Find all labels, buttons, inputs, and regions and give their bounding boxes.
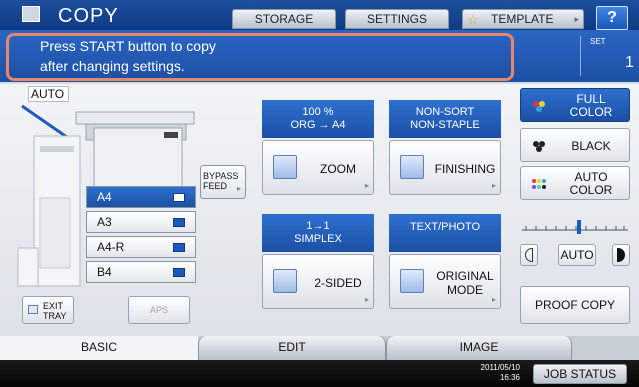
lighter-icon [525,248,533,262]
density-controls: AUTO [520,244,632,268]
help-button[interactable]: ? [596,6,628,30]
set-label: SET [590,37,606,46]
tray-a3[interactable]: A3 [86,211,196,233]
original-mode-button[interactable]: ORIGINAL MODE ▸ [389,254,501,309]
zoom-icon [273,155,297,179]
tray-a4-r[interactable]: A4-R [86,236,196,258]
datetime: 2011/05/10 16:36 [476,363,520,383]
chevron-right-icon: ▸ [364,181,369,190]
tray-b4[interactable]: B4 [86,261,196,283]
original-mode-status: TEXT/PHOTO [389,214,501,252]
black-button[interactable]: BLACK [520,128,630,162]
darker-icon [617,248,625,262]
job-status-button[interactable]: JOB STATUS [533,364,627,384]
paper-tray-icon [173,268,185,277]
black-label: BLACK [571,138,611,153]
finishing-status: NON-SORT NON-STAPLE [389,100,501,138]
star-icon: ☆ [467,12,479,27]
tray-label: A3 [97,215,112,229]
tray-label: A4-R [97,240,125,254]
density-level-marker [577,220,581,234]
finishing-staple: NON-STAPLE [410,119,480,131]
finishing-button[interactable]: FINISHING ▸ [389,140,501,195]
two-sided-button[interactable]: 2-SIDED ▸ [262,254,374,309]
darker-button[interactable] [612,244,630,266]
paper-tray-icon [173,243,185,252]
date: 2011/05/10 [480,363,520,372]
app-title: COPY [58,5,119,27]
exit-tray-line-2: TRAY [43,311,67,321]
finishing-sort: NON-SORT [415,106,475,118]
zoom-label: ZOOM [320,161,356,176]
zoom-sizes: ORG → A4 [290,119,346,131]
duplex-mode: 1→1 [306,220,330,232]
auto-color-label: AUTO COLOR [555,167,627,201]
tab-basic[interactable]: BASIC [0,336,198,360]
zoom-ratio: 100 % [302,106,334,118]
tray-label: B4 [97,265,112,279]
exit-tray-button[interactable]: EXIT TRAY [22,296,74,324]
proof-copy-button[interactable]: PROOF COPY [520,286,630,324]
set-count: 1 [625,54,634,71]
tray-label: A4 [97,190,112,204]
auto-color-line-2: COLOR [569,183,613,197]
bypass-feed-button[interactable]: BYPASS FEED ▸ [200,165,246,199]
template-label: TEMPLATE [491,12,554,26]
paper-tray-icon [173,218,185,227]
tab-edit[interactable]: EDIT [198,336,386,360]
tab-image[interactable]: IMAGE [386,336,572,360]
original-mode-label: ORIGINAL MODE [434,255,496,310]
duplex-type: SIMPLEX [294,233,342,245]
black-icon [533,141,545,152]
paper-tray-icon [173,193,185,202]
chevron-right-icon: ▸ [574,14,579,24]
two-sided-label: 2-SIDED [314,275,362,290]
auto-density-button[interactable]: AUTO [558,244,596,266]
full-color-button[interactable]: FULL COLOR [520,88,630,122]
copy-icon [22,6,40,22]
chevron-right-icon: ▸ [236,184,241,193]
template-button[interactable]: ☆ TEMPLATE ▸ [462,9,584,29]
chevron-right-icon: ▸ [364,295,369,304]
duplex-status: 1→1 SIMPLEX [262,214,374,252]
aps-button[interactable]: APS [128,296,190,324]
time: 16:36 [499,373,520,382]
finishing-label: FINISHING [434,161,496,176]
original-mode-line-2: MODE [447,282,483,297]
original-mode-line-1: ORIGINAL [436,268,494,283]
auto-color-button[interactable]: AUTO COLOR [520,166,630,200]
bypass-line-1: BYPASS [203,171,239,181]
chevron-right-icon: ▸ [491,181,496,190]
chevron-right-icon: ▸ [491,295,496,304]
full-color-label: FULL COLOR [555,89,627,123]
exit-tray-line-1: EXIT [43,301,64,311]
storage-button[interactable]: STORAGE [232,9,336,29]
zoom-button[interactable]: ZOOM ▸ [262,140,374,195]
original-mode-icon [400,269,424,293]
two-sided-icon [273,269,297,293]
settings-button[interactable]: SETTINGS [345,9,449,29]
full-color-line-2: COLOR [569,105,613,119]
zoom-status: 100 % ORG → A4 [262,100,374,138]
density-scale[interactable] [520,216,630,236]
lighter-button[interactable] [520,244,538,266]
copy-screen: COPY STORAGE SETTINGS ☆ TEMPLATE ▸ ? Pre… [0,0,639,387]
full-color-icon [533,101,545,112]
finishing-icon [400,155,424,179]
tray-a4[interactable]: A4 [86,186,196,208]
exit-tray-icon [28,305,38,314]
message-highlight [6,33,514,81]
auto-color-icon [532,179,546,189]
set-divider [580,36,581,76]
